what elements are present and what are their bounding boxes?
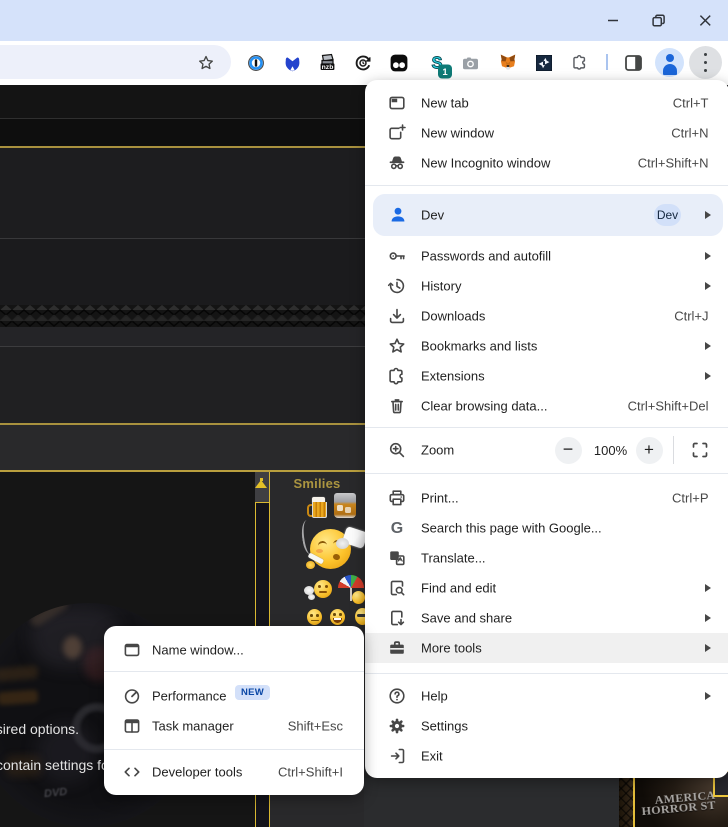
svg-text:1: 1 [442, 67, 448, 78]
svg-text:G: G [391, 552, 397, 561]
svg-text:G: G [391, 520, 403, 537]
svg-text:nzb: nzb [322, 64, 334, 71]
